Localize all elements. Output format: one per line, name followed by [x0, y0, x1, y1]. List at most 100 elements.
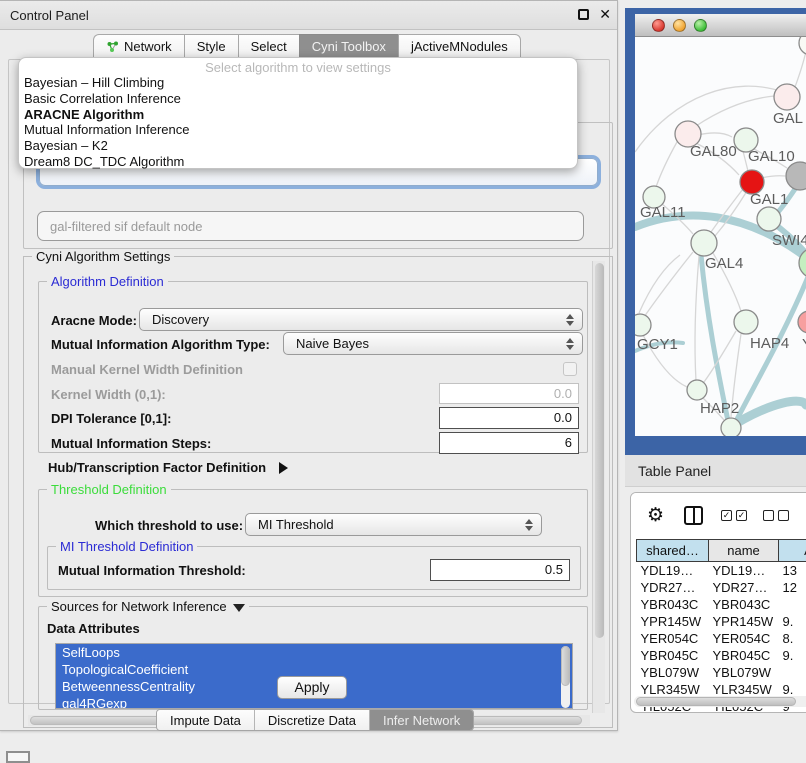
node-gal4[interactable] [691, 230, 717, 256]
threshold-definition-title: Threshold Definition [47, 482, 171, 497]
close-icon[interactable]: ✕ [599, 6, 611, 23]
node-salmon-cut[interactable] [798, 311, 806, 333]
settings-group-title: Cyni Algorithm Settings [32, 249, 174, 264]
dropdown-item[interactable]: Basic Correlation Inference [19, 91, 577, 107]
dropdown-item[interactable]: Mutual Information Inference [19, 122, 577, 138]
node-label: GAL4 [705, 255, 743, 272]
table-row[interactable]: YLR345WYLR345W9. [637, 681, 806, 698]
minimize-traffic-light[interactable] [673, 19, 686, 32]
list-item[interactable]: SelfLoops [56, 644, 572, 661]
close-traffic-light[interactable] [652, 19, 665, 32]
mi-threshold-group: MI Threshold Definition Mutual Informati… [47, 546, 581, 590]
table-row[interactable]: YER054CYER054C8. [637, 630, 806, 647]
panel-title: Control Panel [10, 8, 89, 23]
node-gray[interactable] [786, 162, 806, 190]
unchecked-checkbox-icon[interactable] [763, 510, 774, 521]
tab-select[interactable]: Select [238, 34, 299, 58]
column-header[interactable]: shared… [637, 540, 709, 562]
cyni-algorithm-settings-group: Cyni Algorithm Settings Algorithm Defini… [23, 256, 613, 728]
network-window-titlebar[interactable] [635, 14, 806, 37]
tab-discretize-data[interactable]: Discretize Data [255, 710, 370, 730]
float-window-icon[interactable] [578, 9, 589, 20]
mi-steps-label: Mutual Information Steps: [51, 436, 211, 451]
network-graph: GAL GAL80 GAL10 GAL1 GAL11 SWI4 GAL4 GCY… [635, 37, 806, 436]
node-gcy1[interactable] [635, 314, 651, 336]
node-label: GAL80 [690, 143, 737, 160]
cyni-bottom-tabbar: Impute Data Discretize Data Infer Networ… [156, 709, 474, 731]
node-label: SWI4 [772, 232, 806, 249]
table-panel-card: ⚙ shared… name A YDL19…YDL19…13 YDR27…YD… [630, 492, 806, 713]
dropdown-placeholder: Select algorithm to view settings [19, 60, 577, 75]
mi-threshold-field[interactable]: 0.5 [430, 559, 570, 581]
settings-vertical-scrollbar[interactable] [592, 261, 605, 713]
threshold-definition-group: Threshold Definition Which threshold to … [38, 489, 588, 597]
tab-network-label: Network [124, 39, 172, 54]
tab-impute-data[interactable]: Impute Data [157, 710, 255, 730]
kernel-width-field[interactable]: 0.0 [439, 383, 579, 404]
table-row[interactable]: YDL19…YDL19…13 [637, 562, 806, 579]
sources-title[interactable]: Sources for Network Inference [47, 599, 249, 614]
manual-kernel-checkbox[interactable] [563, 362, 577, 376]
columns-icon[interactable] [684, 506, 703, 525]
node-top-partial[interactable] [799, 37, 806, 55]
table-row[interactable]: YPR145WYPR145W9. [637, 613, 806, 630]
zoom-traffic-light[interactable] [694, 19, 707, 32]
minimized-panel-chip[interactable] [6, 751, 30, 763]
dpi-tolerance-field[interactable]: 0.0 [439, 407, 579, 429]
dpi-tolerance-label: DPI Tolerance [0,1]: [51, 411, 171, 426]
node-swi4[interactable] [757, 207, 781, 231]
dropdown-item[interactable]: Bayesian – K2 [19, 138, 577, 154]
data-attributes-label: Data Attributes [47, 621, 140, 636]
stepper-arrows-icon [562, 338, 578, 350]
mi-threshold-label: Mutual Information Threshold: [58, 563, 246, 578]
dropdown-item[interactable]: Dream8 DC_TDC Algorithm [19, 154, 577, 170]
node-label: GAL1 [750, 191, 788, 208]
mi-type-combo[interactable]: Naive Bayes [283, 332, 583, 355]
table-row[interactable]: YBR043CYBR043C [637, 596, 806, 613]
node-hap2[interactable] [687, 380, 707, 400]
column-header[interactable]: name [709, 540, 779, 562]
algorithm-definition-title: Algorithm Definition [47, 274, 168, 289]
hub-definition-toggle[interactable]: Hub/Transcription Factor Definition [48, 459, 288, 477]
dropdown-item-selected[interactable]: ARACNE Algorithm [19, 107, 577, 123]
collapsed-arrow-icon [279, 462, 288, 474]
list-scrollbar[interactable] [561, 646, 570, 708]
checked-checkbox-icon[interactable] [736, 510, 747, 521]
tab-network[interactable]: Network [93, 34, 184, 58]
checked-checkbox-icon[interactable] [721, 510, 732, 521]
node-table: shared… name A YDL19…YDL19…13 YDR27…YDR2… [636, 539, 806, 713]
node-label: GAL10 [748, 148, 795, 165]
table-row[interactable]: YBL079WYBL079W [637, 664, 806, 681]
table-horizontal-scrollbar[interactable] [634, 696, 806, 707]
node-bottom-partial[interactable] [721, 418, 741, 436]
control-panel-tabbar: Network Style Select Cyni Toolbox jActiv… [93, 34, 521, 58]
node-label: GAL11 [640, 204, 686, 221]
mi-threshold-group-title: MI Threshold Definition [56, 539, 197, 554]
unchecked-checkbox-icon[interactable] [778, 510, 789, 521]
tab-style[interactable]: Style [184, 34, 238, 58]
expanded-arrow-icon [233, 604, 245, 612]
node-gal-cut[interactable] [774, 84, 800, 110]
tab-jactivemnodules[interactable]: jActiveMNodules [398, 34, 521, 58]
tab-infer-network[interactable]: Infer Network [370, 710, 473, 730]
dropdown-item[interactable]: Bayesian – Hill Climbing [19, 75, 577, 91]
tab-cyni-toolbox[interactable]: Cyni Toolbox [299, 34, 398, 58]
stepper-arrows-icon [521, 519, 537, 531]
apply-button[interactable]: Apply [277, 676, 347, 699]
gear-icon[interactable]: ⚙ [647, 506, 664, 525]
network-view-window: GAL GAL80 GAL10 GAL1 GAL11 SWI4 GAL4 GCY… [625, 8, 806, 455]
control-panel-titlebar: Control Panel ✕ [0, 1, 617, 30]
column-header[interactable]: A [779, 540, 806, 562]
network-select-combo[interactable]: gal-filtered sif default node [37, 211, 584, 241]
node-label: HAP4 [750, 335, 789, 352]
aracne-mode-label: Aracne Mode: [51, 313, 137, 328]
network-canvas[interactable]: GAL GAL80 GAL10 GAL1 GAL11 SWI4 GAL4 GCY… [635, 37, 806, 436]
mi-steps-field[interactable]: 6 [439, 432, 579, 454]
node-hap4[interactable] [734, 310, 758, 334]
stepper-arrows-icon [562, 314, 578, 326]
aracne-mode-combo[interactable]: Discovery [139, 308, 583, 331]
which-threshold-combo[interactable]: MI Threshold [245, 513, 542, 536]
node-label: Y [802, 336, 806, 353]
table-row[interactable]: YDR27…YDR27…12 [637, 579, 806, 596]
table-row[interactable]: YBR045CYBR045C9. [637, 647, 806, 664]
